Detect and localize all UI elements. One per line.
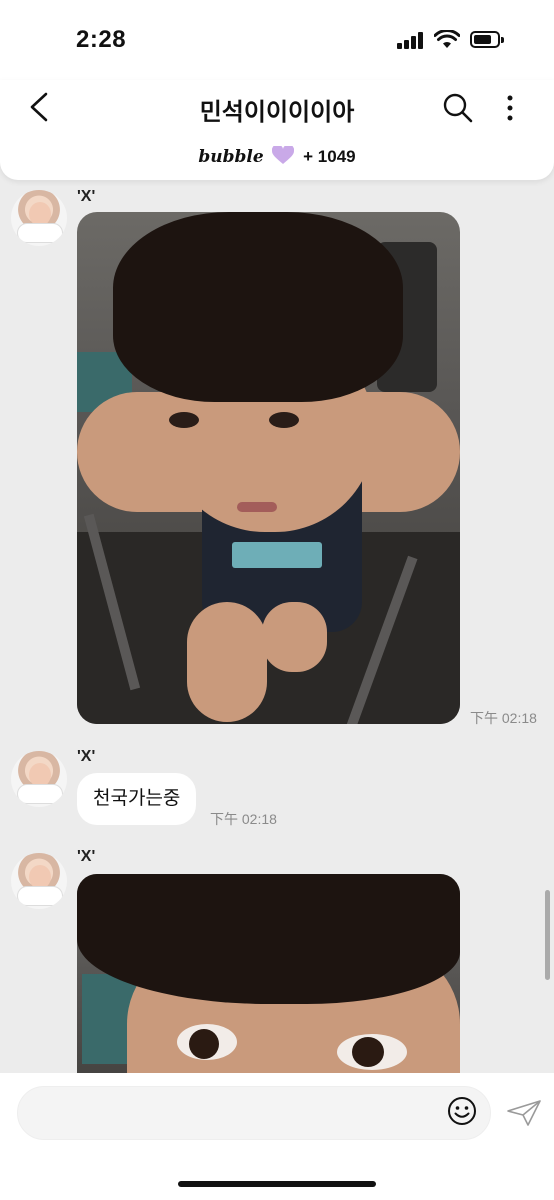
home-indicator[interactable] (178, 1181, 376, 1187)
message-photo[interactable] (77, 874, 460, 1073)
avatar[interactable] (11, 190, 67, 246)
status-bar: 2:28 (0, 0, 554, 80)
emoji-icon[interactable] (446, 1095, 478, 1127)
more-options-icon[interactable] (506, 94, 514, 122)
sender-name: 'X' (77, 748, 96, 765)
send-icon[interactable] (506, 1099, 542, 1127)
subscriber-count: + 1049 (303, 147, 356, 166)
status-time: 2:28 (76, 26, 127, 53)
message-bubble[interactable]: 천국가는중 (77, 773, 197, 825)
scrollbar[interactable] (545, 890, 550, 980)
heart-icon (272, 146, 295, 164)
chat-messages[interactable]: 'X' 下午 02:18 'X' 천국가는중 下午 02:18 'X' (0, 180, 554, 1073)
chat-header: 민석이이이이아 bubble + 1049 (0, 80, 554, 180)
wifi-icon (434, 30, 460, 48)
search-icon[interactable] (442, 92, 474, 124)
avatar[interactable] (11, 853, 67, 909)
bubble-logo: bubble (198, 147, 264, 167)
message-input[interactable] (17, 1086, 491, 1140)
sender-name: 'X' (77, 188, 96, 205)
message-timestamp: 下午 02:18 (210, 811, 277, 827)
message-timestamp: 下午 02:18 (470, 710, 537, 726)
bubble-subscription-info: bubble + 1049 (0, 146, 554, 167)
sender-name: 'X' (77, 848, 96, 865)
message-input-bar (0, 1073, 554, 1200)
message-photo[interactable] (77, 212, 460, 724)
cellular-signal-icon (397, 32, 423, 49)
avatar[interactable] (11, 751, 67, 807)
battery-icon (470, 31, 504, 48)
